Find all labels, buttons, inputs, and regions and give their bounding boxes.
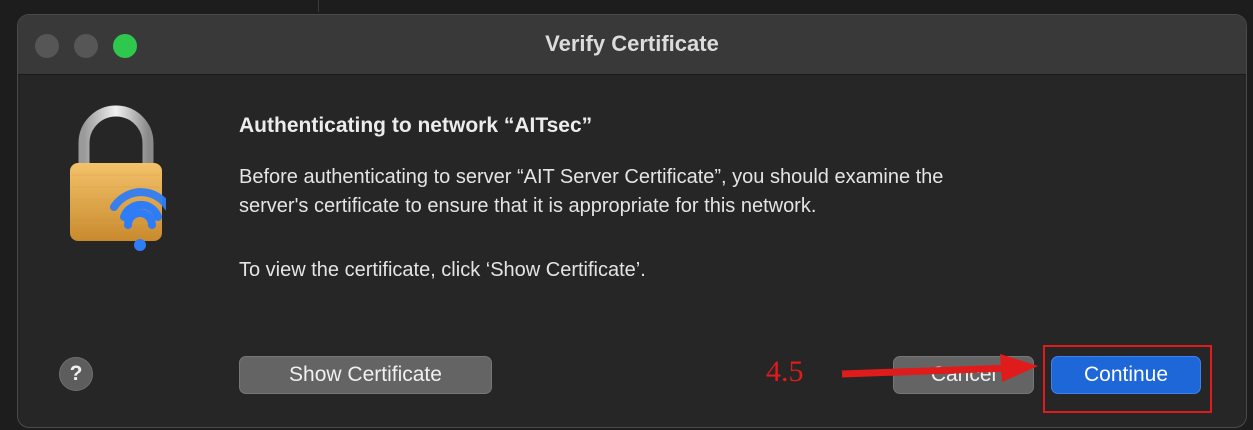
annotation-highlight-box [1043,345,1212,413]
lock-wifi-icon [70,105,166,251]
annotation-step-label: 4.5 [766,355,804,388]
window-title: Verify Certificate [545,31,719,56]
help-button[interactable]: ? [59,357,93,391]
body-text-instruction: To view the certificate, click ‘Show Cer… [239,259,646,281]
body-text-line-1: Before authenticating to server “AIT Ser… [239,166,944,188]
show-certificate-button[interactable]: Show Certificate [239,356,492,394]
annotation-arrow-icon [841,354,1038,382]
body-text-line-2: server's certificate to ensure that it i… [239,195,817,217]
title-bar[interactable]: Verify Certificate [18,15,1246,75]
dialog-heading: Authenticating to network “AITsec” [239,114,593,137]
background-divider [318,0,319,12]
